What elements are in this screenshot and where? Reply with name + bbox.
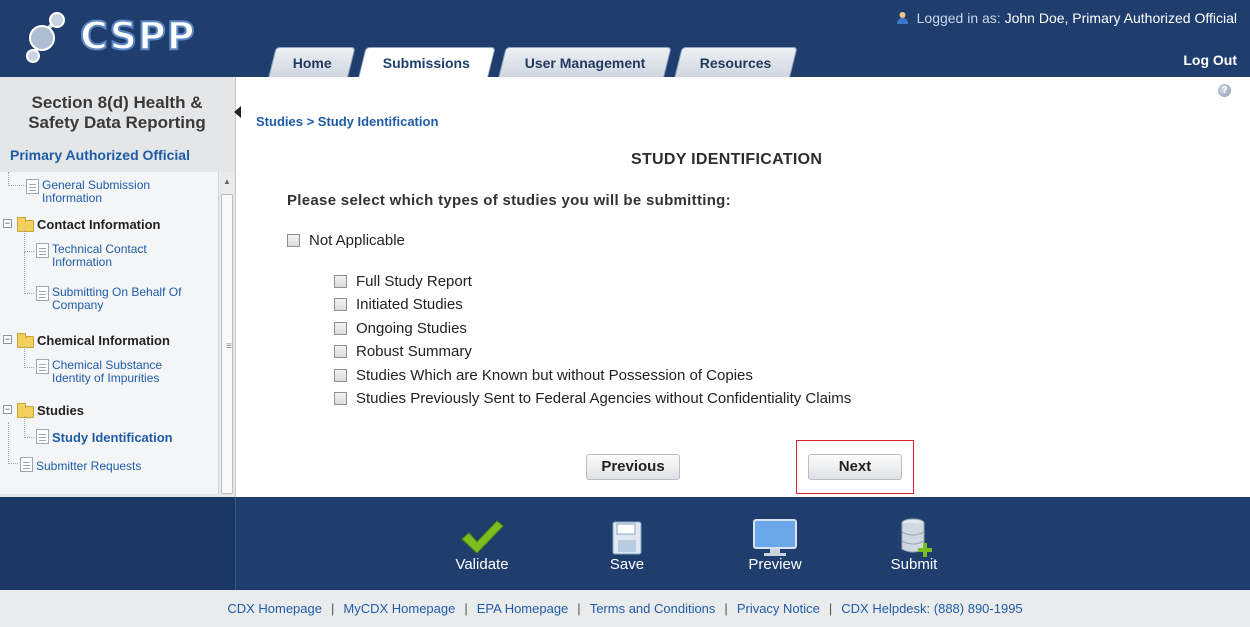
tree-item-technical-contact[interactable]: Technical Contact Information — [52, 243, 147, 269]
footer-link-epa-homepage[interactable]: EPA Homepage — [477, 601, 569, 616]
footer-link-cdx-homepage[interactable]: CDX Homepage — [227, 601, 322, 616]
study-type-option: Studies Previously Sent to Federal Agenc… — [334, 390, 851, 407]
scroll-up-icon[interactable]: ▲ — [223, 177, 231, 186]
initiated-studies-checkbox[interactable] — [334, 298, 347, 311]
document-icon — [36, 359, 49, 374]
validate-button[interactable]: Validate — [437, 497, 527, 590]
cspp-logo[interactable]: CSPP — [20, 6, 196, 66]
logout-link[interactable]: Log Out — [1183, 52, 1237, 68]
preview-button[interactable]: Preview — [730, 497, 820, 590]
tree-folder-contact-information[interactable]: Contact Information — [37, 218, 161, 231]
collapse-toggle-contact[interactable]: − — [3, 219, 12, 228]
option-label: Studies Previously Sent to Federal Agenc… — [356, 390, 852, 407]
collapse-sidebar-icon[interactable] — [234, 106, 241, 118]
tree-item-submitter-requests[interactable]: Submitter Requests — [36, 460, 141, 473]
navigation-tree: General Submission Information − Contact… — [0, 172, 218, 494]
document-icon — [36, 286, 49, 301]
floppy-disk-icon — [612, 521, 642, 555]
tree-item-chemical-substance[interactable]: Chemical Substance Identity of Impuritie… — [52, 359, 162, 385]
validate-label: Validate — [455, 556, 509, 573]
submit-label: Submit — [890, 556, 938, 573]
page-title: STUDY IDENTIFICATION — [631, 151, 823, 168]
not-applicable-option: Not Applicable — [287, 232, 405, 249]
footer-link-mycdx-homepage[interactable]: MyCDX Homepage — [343, 601, 455, 616]
option-label: Initiated Studies — [356, 296, 463, 313]
previously-sent-checkbox[interactable] — [334, 392, 347, 405]
logged-in-label: Logged in as: — [916, 10, 1001, 26]
breadcrumb[interactable]: Studies > Study Identification — [256, 114, 438, 129]
save-label: Save — [609, 556, 645, 573]
not-applicable-checkbox[interactable] — [287, 234, 300, 247]
tab-home[interactable]: Home — [268, 47, 356, 77]
header: CSPP Logged in as: John Doe, Primary Aut… — [0, 0, 1250, 77]
robust-summary-checkbox[interactable] — [334, 345, 347, 358]
checkmark-icon — [461, 520, 504, 554]
known-without-copies-checkbox[interactable] — [334, 369, 347, 382]
previous-button[interactable]: Previous — [586, 454, 680, 480]
ongoing-studies-checkbox[interactable] — [334, 322, 347, 335]
preview-label: Preview — [748, 556, 802, 573]
study-type-option: Initiated Studies — [334, 296, 463, 313]
scrollbar-thumb[interactable]: ≡ — [221, 194, 233, 494]
tab-submissions[interactable]: Submissions — [358, 47, 496, 77]
help-icon[interactable]: ? — [1218, 84, 1231, 97]
study-type-option: Studies Which are Known but without Poss… — [334, 367, 753, 384]
page: CSPP Logged in as: John Doe, Primary Aut… — [0, 0, 1250, 627]
action-bar-left-panel — [0, 497, 236, 590]
collapse-toggle-chemical[interactable]: − — [3, 335, 12, 344]
sidebar-title: Section 8(d) Health & Safety Data Report… — [28, 93, 206, 132]
action-bar: Validate Save Preview Submit — [0, 497, 1250, 590]
user-name: John Doe, Primary Authorized Official — [1004, 10, 1237, 26]
footer-link-terms[interactable]: Terms and Conditions — [590, 601, 716, 616]
document-icon — [26, 179, 39, 194]
database-add-icon — [901, 518, 932, 557]
document-icon — [20, 457, 33, 472]
study-type-option: Robust Summary — [334, 343, 472, 360]
tree-folder-studies[interactable]: Studies — [37, 404, 84, 417]
monitor-icon — [753, 519, 797, 556]
next-button[interactable]: Next — [808, 454, 902, 480]
save-button[interactable]: Save — [582, 497, 672, 590]
tree-folder-chemical-information[interactable]: Chemical Information — [37, 334, 170, 347]
molecule-icon — [26, 12, 65, 63]
study-type-option: Ongoing Studies — [334, 320, 467, 337]
tree-item-submitting-on-behalf[interactable]: Submitting On Behalf Of Company — [52, 286, 181, 312]
option-label: Ongoing Studies — [356, 320, 467, 337]
submit-button[interactable]: Submit — [869, 497, 959, 590]
not-applicable-label: Not Applicable — [309, 232, 405, 249]
footer: CDX Homepage | MyCDX Homepage | EPA Homepage… — [0, 590, 1250, 627]
footer-link-privacy[interactable]: Privacy Notice — [737, 601, 820, 616]
study-types-question: Please select which types of studies you… — [287, 192, 731, 209]
option-label: Full Study Report — [356, 273, 472, 290]
full-study-report-checkbox[interactable] — [334, 275, 347, 288]
collapse-toggle-studies[interactable]: − — [3, 405, 12, 414]
footer-link-helpdesk[interactable]: CDX Helpdesk: (888) 890-1995 — [841, 601, 1022, 616]
logo-text: CSPP — [79, 13, 196, 59]
sidebar-scrollbar[interactable]: ▲ ≡ — [218, 172, 234, 494]
tab-user-management[interactable]: User Management — [498, 47, 672, 77]
user-icon — [896, 12, 908, 24]
tree-item-general-submission[interactable]: General Submission Information — [42, 179, 150, 205]
sidebar-role: Primary Authorized Official — [10, 147, 190, 163]
study-type-option: Full Study Report — [334, 273, 472, 290]
document-icon — [36, 429, 49, 444]
logged-in-status: Logged in as: John Doe, Primary Authoriz… — [896, 10, 1237, 26]
option-label: Robust Summary — [356, 343, 472, 360]
sidebar: Section 8(d) Health & Safety Data Report… — [0, 77, 236, 497]
main-tabs: Home Submissions User Management Resourc… — [268, 47, 804, 77]
document-icon — [36, 243, 49, 258]
tree-item-study-identification[interactable]: Study Identification — [52, 431, 173, 444]
option-label: Studies Which are Known but without Poss… — [356, 367, 753, 384]
grip-icon: ≡ — [226, 341, 232, 352]
tab-resources[interactable]: Resources — [674, 47, 798, 77]
